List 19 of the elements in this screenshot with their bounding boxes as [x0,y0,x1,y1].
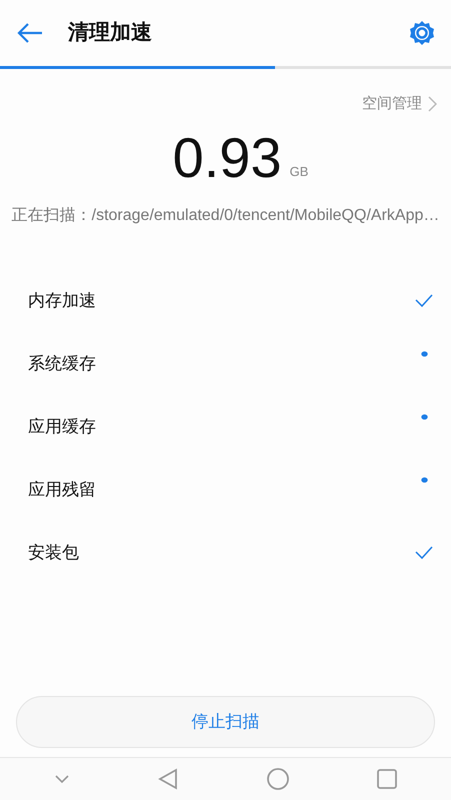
item-label: 安装包 [28,542,79,564]
scan-path: /storage/emulated/0/tencent/MobileQQ/ArkApp… [92,206,440,226]
item-label: 内存加速 [28,290,96,312]
page-title: 清理加速 [68,20,153,46]
item-label: 应用残留 [28,479,96,502]
stop-scan-button[interactable]: 停止扫描 [16,696,435,748]
recents-square-icon[interactable] [376,769,397,789]
item-label: 应用缓存 [28,416,96,438]
size-unit: GB [290,163,308,181]
settings-icon[interactable] [409,20,435,46]
chevron-right-icon [428,96,437,112]
item-label: 系统缓存 [28,353,96,376]
chevron-down-icon[interactable] [54,774,70,784]
space-management-link[interactable]: 空间管理 [362,93,437,116]
home-circle-icon[interactable] [266,768,289,790]
back-triangle-icon[interactable] [158,768,178,790]
scan-label: 正在扫描： [12,206,92,226]
back-icon[interactable] [16,22,44,44]
size-value: 0.93 [172,128,282,188]
